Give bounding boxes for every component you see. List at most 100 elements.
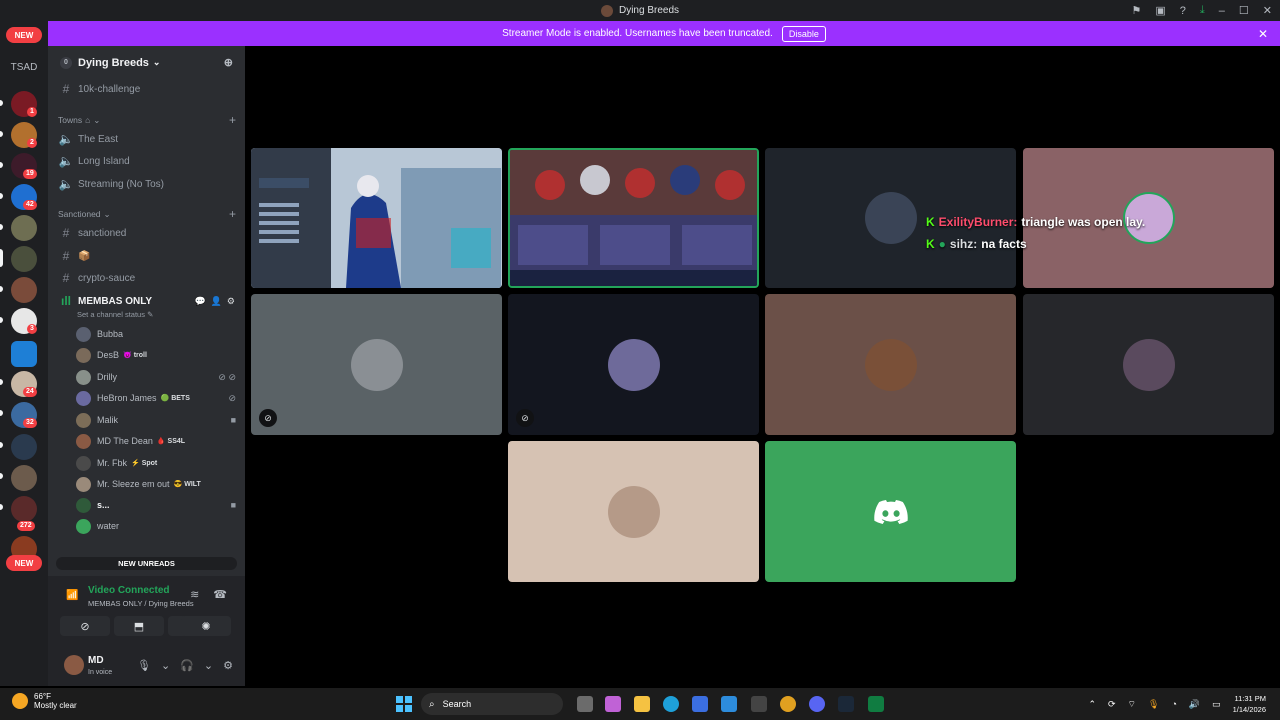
invite-icon[interactable]: 👤 xyxy=(211,296,222,307)
server-icon[interactable] xyxy=(11,215,37,241)
maximize-icon[interactable]: ☐ xyxy=(1239,4,1249,17)
category-sanctioned[interactable]: Sanctioned ⌄ + xyxy=(58,207,238,221)
network-icon[interactable]: ⌔ xyxy=(1128,699,1136,710)
task-view-icon[interactable] xyxy=(577,696,593,712)
windows-start-icon[interactable] xyxy=(396,696,412,712)
create-channel-icon[interactable]: + xyxy=(229,113,236,127)
headphones-icon[interactable]: 🎧 xyxy=(180,659,194,672)
inbox-flag-icon[interactable]: ⚑ xyxy=(1132,4,1142,17)
excel-icon[interactable] xyxy=(868,696,884,712)
avatar xyxy=(76,412,91,428)
new-mentions-pill-bottom[interactable]: NEW xyxy=(6,555,42,571)
folder-tsad[interactable]: TSAD xyxy=(0,62,48,73)
app-icon[interactable] xyxy=(751,696,767,712)
close-icon[interactable]: ✕ xyxy=(1258,27,1268,41)
deafened-icon: ⊘ xyxy=(259,409,277,427)
voice-channel[interactable]: 🔈 Streaming (No Tos) xyxy=(58,174,238,194)
disable-streamer-mode-button[interactable]: Disable xyxy=(781,25,826,42)
voice-member[interactable]: HeBron James 🟢 BETS ⊘ xyxy=(76,389,236,407)
voice-member[interactable]: MD The Dean 🩸 SS4L xyxy=(76,432,236,450)
voice-location[interactable]: MEMBAS ONLY / Dying Breeds xyxy=(88,599,194,608)
screen-share-button[interactable]: ⬒ xyxy=(114,616,164,636)
soundboard-button[interactable]: ✺ xyxy=(181,616,231,636)
taskbar-search[interactable]: ⌕ Search xyxy=(421,693,563,715)
clock[interactable]: 11:31 PM 1/14/2026 xyxy=(1233,693,1266,715)
voice-member[interactable]: DesB 😈 troll xyxy=(76,346,236,364)
screen-share-icon[interactable]: ▣ xyxy=(1155,4,1165,17)
voice-member[interactable]: water xyxy=(76,517,236,535)
video-tile-stream-speaking[interactable] xyxy=(508,148,759,288)
gear-icon[interactable]: ⚙ xyxy=(227,296,235,307)
microsoft-store-icon[interactable] xyxy=(692,696,708,712)
server-icon[interactable] xyxy=(11,465,37,491)
server-icon-dying-breeds[interactable] xyxy=(11,246,37,272)
wifi-icon[interactable]: ◔ xyxy=(1171,699,1176,709)
avatar[interactable] xyxy=(64,655,84,675)
chat-bubble-icon[interactable]: 💬 xyxy=(194,296,205,307)
category-towns[interactable]: Towns ⌂ ⌄ + xyxy=(58,113,238,127)
text-channel[interactable]: # 10k-challenge xyxy=(58,79,238,99)
voice-member[interactable]: Drilly ⊘ ⊘ xyxy=(76,368,236,386)
sync-icon[interactable]: ⟳ xyxy=(1108,699,1116,710)
mention-badge: 272 xyxy=(17,521,35,531)
noise-suppression-icon[interactable]: ≋ xyxy=(190,588,199,601)
soundboard-icon: ✺ xyxy=(201,620,211,633)
copilot-icon[interactable] xyxy=(605,696,621,712)
minimize-icon[interactable]: – xyxy=(1219,5,1225,17)
new-mentions-pill[interactable]: NEW xyxy=(6,27,42,43)
new-unreads-pill[interactable]: NEW UNREADS xyxy=(56,557,237,570)
text-channel[interactable]: # 📦 xyxy=(58,246,238,266)
video-tile[interactable] xyxy=(508,441,759,582)
voice-channel[interactable]: 🔈 The East xyxy=(58,129,238,149)
hashtag-icon: # xyxy=(62,249,70,263)
text-channel[interactable]: # sanctioned xyxy=(58,223,238,243)
chevron-down-icon[interactable]: ⌄ xyxy=(161,659,170,672)
voice-member[interactable]: Mr. Sleeze em out 😎 WILT xyxy=(76,475,236,493)
server-icon[interactable] xyxy=(11,496,37,522)
disconnect-icon[interactable]: ☎ xyxy=(213,588,227,601)
video-tile[interactable] xyxy=(765,294,1016,435)
voice-member[interactable]: Mr. Fbk ⚡ Spot xyxy=(76,454,236,472)
chrome-icon[interactable] xyxy=(780,696,796,712)
download-icon[interactable]: ⤓ xyxy=(1200,4,1205,17)
guild-header[interactable]: 0 Dying Breeds ⌄ ⊕ xyxy=(48,46,245,79)
voice-member[interactable]: Malik ■ xyxy=(76,411,236,429)
invite-people-icon[interactable]: ⊕ xyxy=(224,56,233,69)
voice-channel[interactable]: 🔈 Long Island xyxy=(58,151,238,171)
steam-icon[interactable] xyxy=(838,696,854,712)
chevron-down-icon[interactable]: ⌄ xyxy=(204,659,213,672)
video-tile[interactable] xyxy=(765,441,1016,582)
volume-icon[interactable]: 🔊 xyxy=(1189,699,1200,710)
server-icon[interactable] xyxy=(11,277,37,303)
video-tile[interactable]: ⊘ xyxy=(508,294,759,435)
edge-browser-icon[interactable] xyxy=(663,696,679,712)
file-explorer-icon[interactable] xyxy=(634,696,650,712)
text-channel[interactable]: # crypto-sauce xyxy=(58,268,238,288)
screen-share-icon: ⬒ xyxy=(133,620,145,633)
channel-status-text: Set a channel status xyxy=(77,310,145,319)
chevron-up-icon[interactable]: ⌃ xyxy=(1088,699,1096,710)
discord-taskbar-icon[interactable] xyxy=(809,696,825,712)
video-tile-stream[interactable] xyxy=(251,148,502,288)
member-tag: 🩸 SS4L xyxy=(156,438,186,445)
server-icon[interactable] xyxy=(11,341,37,367)
outlook-icon[interactable] xyxy=(721,696,737,712)
close-window-icon[interactable]: ✕ xyxy=(1263,4,1272,17)
voice-member[interactable]: s... ■ xyxy=(76,496,236,514)
video-tile[interactable] xyxy=(1023,294,1274,435)
battery-icon[interactable]: ▭ xyxy=(1212,699,1221,710)
create-channel-icon[interactable]: + xyxy=(229,207,236,221)
weather-widget[interactable]: 66°F Mostly clear xyxy=(12,692,77,710)
microphone-icon[interactable]: 🎙 xyxy=(137,659,151,672)
camera-toggle-button[interactable]: ⊘ xyxy=(60,616,110,636)
mic-in-use-icon[interactable]: 🎙 xyxy=(1148,699,1159,710)
discord-logo-icon xyxy=(873,499,908,524)
server-icon[interactable] xyxy=(11,434,37,460)
video-tile[interactable]: ⊘ xyxy=(251,294,502,435)
member-name: DesB xyxy=(97,350,120,360)
camera-icon: ■ xyxy=(230,415,236,425)
channel-status[interactable]: Set a channel status ✎ xyxy=(77,310,153,319)
help-icon[interactable]: ? xyxy=(1180,5,1186,17)
gear-icon[interactable]: ⚙ xyxy=(223,659,233,672)
voice-member[interactable]: Bubba xyxy=(76,325,236,343)
